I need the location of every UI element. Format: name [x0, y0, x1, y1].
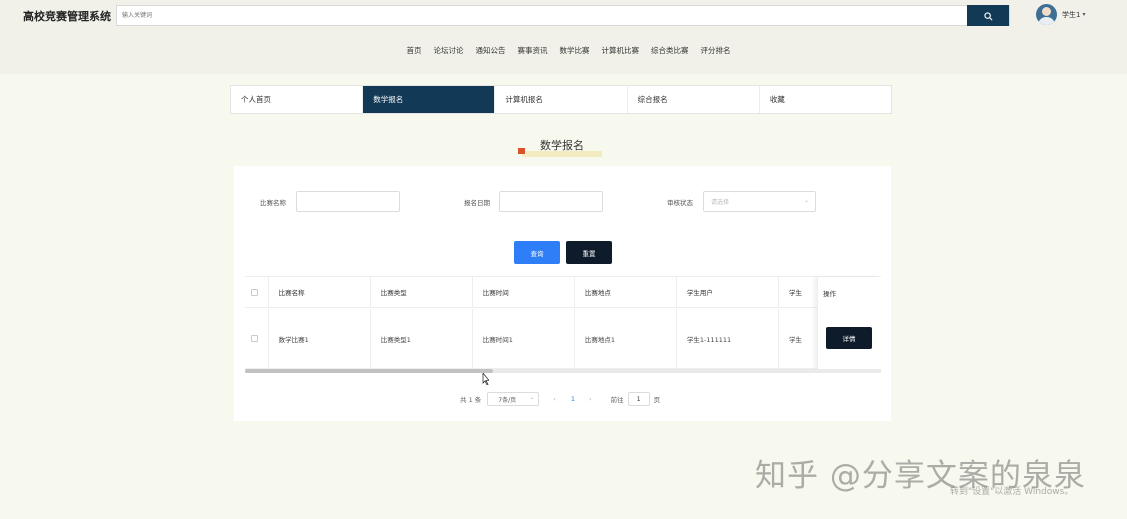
- profile-tabs: 个人首页 数学报名 计算机报名 综合报名 收藏: [230, 85, 892, 114]
- filter-status-label: 审核状态: [667, 199, 693, 207]
- filter-date-label: 报名日期: [464, 199, 490, 207]
- filter-name-label: 比赛名称: [260, 199, 286, 207]
- action-column: 操作 详情: [817, 277, 881, 369]
- table-header: 比赛名称 比赛类型 比赛时间 比赛地点 学生用户 学生: [245, 277, 882, 308]
- user-name[interactable]: 学生1: [1062, 10, 1080, 20]
- text-cursor-icon: [482, 370, 490, 389]
- scrollbar-thumb[interactable]: [245, 369, 493, 373]
- pagination: 共 1 条 7条/页 ⌄ ‹ 1 › 前往 1 页: [460, 392, 660, 406]
- detail-button[interactable]: 详情: [826, 327, 872, 349]
- header: 高校竞赛管理系统 学生1 ▾ 首页 论坛讨论 通知公告 赛事资讯 数学比赛 计算…: [0, 0, 1127, 74]
- nav-item-general[interactable]: 综合类比赛: [651, 45, 689, 56]
- page-size-select[interactable]: 7条/页 ⌄: [487, 392, 540, 406]
- chevron-down-icon[interactable]: ▾: [1082, 11, 1085, 18]
- select-all-checkbox[interactable]: [251, 288, 258, 296]
- nav-item-ranking[interactable]: 评分排名: [701, 45, 731, 56]
- query-button[interactable]: 查询: [514, 241, 560, 264]
- col-header: 比赛地点: [575, 277, 677, 307]
- table-row: 数学比赛1 比赛类型1 比赛时间1 比赛地点1 学生1-111111 学生: [245, 309, 882, 369]
- signup-panel: 比赛名称 报名日期 审核状态 请选择 ⌄ 查询 重置 比赛名称 比赛类型 比赛时…: [234, 166, 891, 421]
- table-cell: 学生1-111111: [677, 309, 779, 368]
- action-header: 操作: [823, 289, 836, 298]
- col-header: 比赛名称: [269, 277, 371, 307]
- search-icon: [983, 6, 993, 25]
- filter-status-select[interactable]: 请选择 ⌄: [703, 191, 816, 212]
- col-header: 学生用户: [677, 277, 779, 307]
- total-count: 共 1 条: [460, 396, 482, 404]
- filter-name-input[interactable]: [296, 191, 400, 212]
- signup-table: 比赛名称 比赛类型 比赛时间 比赛地点 学生用户 学生 数学比赛1 比赛类型1 …: [245, 276, 882, 369]
- search-bar: [116, 5, 1010, 26]
- table-scrollbar[interactable]: [245, 369, 881, 373]
- table-cell: 比赛时间1: [473, 309, 575, 368]
- select-all-cell: [245, 277, 269, 307]
- windows-activation-text: 转到"设置"以激活 Windows。: [950, 487, 1074, 497]
- site-title: 高校竞赛管理系统: [23, 10, 111, 23]
- avatar[interactable]: [1036, 4, 1057, 25]
- col-header: 比赛类型: [371, 277, 473, 307]
- page-title: 数学报名: [540, 139, 584, 152]
- tab-favorites[interactable]: 收藏: [760, 86, 891, 113]
- title-marker: [518, 148, 525, 154]
- tab-general-signup[interactable]: 综合报名: [628, 86, 760, 113]
- filter-date-input[interactable]: [499, 191, 603, 212]
- nav-item-math[interactable]: 数学比赛: [560, 45, 590, 56]
- reset-button[interactable]: 重置: [566, 241, 612, 264]
- chevron-down-icon: ⌄: [803, 197, 809, 204]
- table-cell: 数学比赛1: [269, 309, 371, 368]
- next-page-icon[interactable]: ›: [589, 395, 592, 403]
- nav-item-home[interactable]: 首页: [407, 45, 422, 56]
- nav-item-news[interactable]: 赛事资讯: [518, 45, 548, 56]
- search-button[interactable]: [967, 5, 1009, 26]
- user-menu[interactable]: 学生1 ▾: [1036, 4, 1085, 25]
- page-number[interactable]: 1: [571, 395, 575, 403]
- tab-home[interactable]: 个人首页: [231, 86, 364, 113]
- table-cell: 比赛地点1: [575, 309, 677, 368]
- goto-input[interactable]: 1: [627, 392, 650, 406]
- goto-label: 前往: [610, 396, 624, 404]
- main-nav: 首页 论坛讨论 通知公告 赛事资讯 数学比赛 计算机比赛 综合类比赛 评分排名: [0, 45, 1127, 56]
- nav-item-forum[interactable]: 论坛讨论: [434, 45, 464, 56]
- page-size-value: 7条/页: [498, 396, 517, 404]
- search-input[interactable]: [117, 6, 967, 25]
- chevron-down-icon: ⌄: [529, 395, 535, 401]
- nav-item-computer[interactable]: 计算机比赛: [602, 45, 640, 56]
- status-placeholder: 请选择: [711, 199, 730, 206]
- tab-math-signup[interactable]: 数学报名: [363, 86, 496, 113]
- tab-computer-signup[interactable]: 计算机报名: [495, 86, 628, 113]
- row-select-cell: [245, 309, 269, 368]
- prev-page-icon[interactable]: ‹: [553, 395, 556, 403]
- page-suffix: 页: [653, 396, 661, 404]
- nav-item-notice[interactable]: 通知公告: [476, 45, 506, 56]
- row-checkbox[interactable]: [251, 335, 258, 342]
- col-header: 比赛时间: [473, 277, 575, 307]
- table-cell: 比赛类型1: [371, 309, 473, 368]
